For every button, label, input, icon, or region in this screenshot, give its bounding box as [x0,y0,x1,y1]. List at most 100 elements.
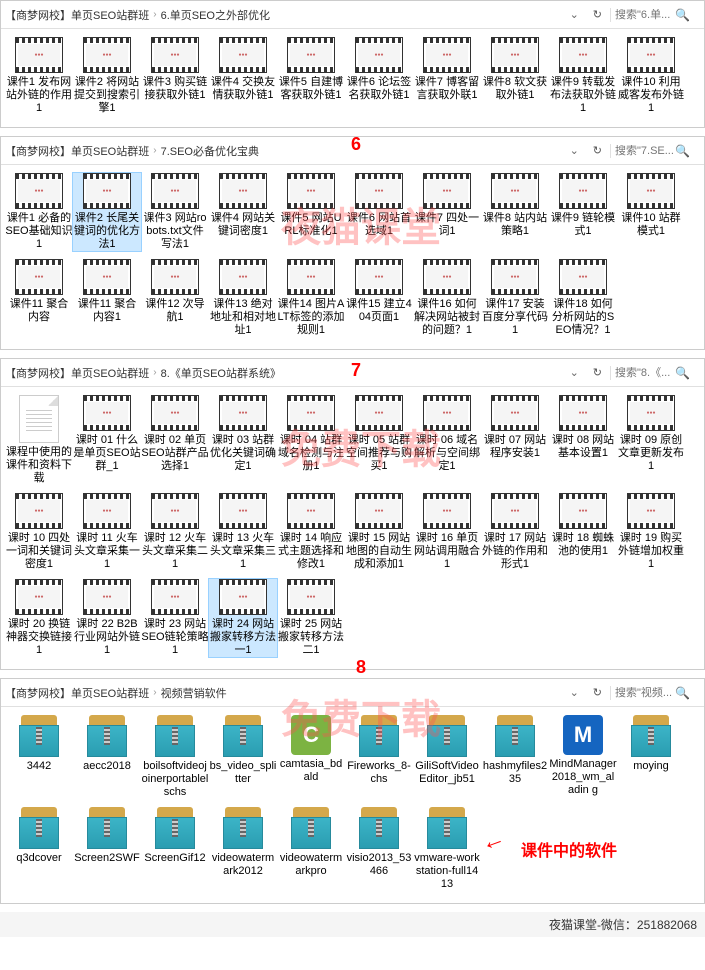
file-item[interactable]: ●●●课时 10 四处一词和关键词密度1 [5,493,73,571]
breadcrumb-segment[interactable]: 视频营销软件 [161,685,227,701]
search-input[interactable] [615,367,675,379]
file-item[interactable]: ●●●课时 15 网站地图的自动生成和添加1 [345,493,413,571]
chevron-down-icon[interactable]: ⌄ [564,144,585,157]
file-item[interactable]: ●●●课件17 安装百度分享代码1 [481,259,549,337]
file-item[interactable]: q3dcover [5,807,73,891]
file-item[interactable]: ●●●课件6 论坛签名获取外链1 [345,37,413,115]
file-item[interactable]: vmware-workstation-full1413 [413,807,481,891]
file-item[interactable]: ●●●课件1 发布网站外链的作用1 [5,37,73,115]
file-item[interactable]: ●●●课时 20 换链神器交换链接 1 [5,579,73,657]
file-item[interactable]: ●●●课时 09 原创文章更新发布1 [617,395,685,485]
file-item[interactable]: ●●●课时 02 单页SEO站群产品选择1 [141,395,209,485]
file-item[interactable]: ●●●课时 08 网站基本设置1 [549,395,617,485]
file-item[interactable]: bs_video_splitter [209,715,277,799]
file-item[interactable]: ●●●课件9 链轮模式1 [549,173,617,251]
breadcrumb-segment[interactable]: 【商梦网校】单页SEO站群班 [5,685,149,701]
file-item[interactable]: ●●●课时 04 站群域名检测与注册1 [277,395,345,485]
file-item[interactable]: ●●●课件4 交换友情获取外链1 [209,37,277,115]
file-item[interactable]: videowatermark2012 [209,807,277,891]
file-item[interactable]: ●●●课时 13 火车头文章采集三1 [209,493,277,571]
breadcrumb-segment[interactable]: 8.《单页SEO站群系统》 [161,365,281,381]
search-input[interactable] [615,9,675,21]
file-item[interactable]: videowatermarkpro [277,807,345,891]
file-item[interactable]: ●●●课件12 次导航1 [141,259,209,337]
file-item[interactable]: ●●●课时 18 蜘蛛池的使用1 [549,493,617,571]
chevron-down-icon[interactable]: ⌄ [564,686,585,699]
file-item[interactable]: ●●●课件2 长尾关键词的优化方法1 [73,173,141,251]
file-item[interactable]: ●●●课件8 软文获取外链1 [481,37,549,115]
search-icon[interactable]: 🔍 [675,144,690,158]
breadcrumb-segment[interactable]: 【商梦网校】单页SEO站群班 [5,143,149,159]
file-item[interactable]: ●●●课件10 利用威客发布外链1 [617,37,685,115]
file-item[interactable]: ●●●课件3 购买链接获取外链1 [141,37,209,115]
breadcrumb-path[interactable]: 【商梦网校】单页SEO站群班›8.《单页SEO站群系统》 [5,365,564,381]
file-item[interactable]: ●●●课件11 聚合内容1 [73,259,141,337]
file-label: videowatermark2012 [209,852,277,878]
chevron-down-icon[interactable]: ⌄ [564,8,585,21]
file-item[interactable]: ●●●课件1 必备的SEO基础知识1 [5,173,73,251]
file-item[interactable]: ●●●课时 24 网站搬家转移方法一1 [209,579,277,657]
file-item[interactable]: ●●●课时 01 什么是单页SEO站群_1 [73,395,141,485]
file-item[interactable]: ●●●课时 16 单页网站调用融合1 [413,493,481,571]
refresh-icon[interactable]: ↻ [585,144,610,157]
file-item[interactable]: ScreenGif12 [141,807,209,891]
file-item[interactable]: ●●●课时 17 网站外链的作用和形式1 [481,493,549,571]
file-item[interactable]: ●●●课件10 站群模式1 [617,173,685,251]
file-item[interactable]: ●●●课件6 网站首选域1 [345,173,413,251]
file-item[interactable]: ●●●课件5 网站URL标准化1 [277,173,345,251]
file-item[interactable]: GiliSoftVideoEditor_jb51 [413,715,481,799]
file-item[interactable]: ●●●课时 12 火车头文章采集二1 [141,493,209,571]
file-item[interactable]: 3442 [5,715,73,799]
file-item[interactable]: 课程中使用的课件和资料下载 [5,395,73,485]
file-item[interactable]: hashmyfiles235 [481,715,549,799]
file-item[interactable]: ●●●课件4 网站关键词密度1 [209,173,277,251]
breadcrumb-path[interactable]: 【商梦网校】单页SEO站群班›6.单页SEO之外部优化 [5,7,564,23]
file-item[interactable]: ●●●课时 03 站群优化关键词确定1 [209,395,277,485]
file-item[interactable]: ●●●课件7 四处一词1 [413,173,481,251]
search-input[interactable] [615,145,675,157]
breadcrumb-segment[interactable]: 6.单页SEO之外部优化 [161,7,270,23]
file-item[interactable]: ●●●课时 25 网站搬家转移方法二1 [277,579,345,657]
breadcrumb-path[interactable]: 【商梦网校】单页SEO站群班›7.SEO必备优化宝典 [5,143,564,159]
file-item[interactable]: Ccamtasia_bdald [277,715,345,799]
refresh-icon[interactable]: ↻ [585,686,610,699]
breadcrumb-segment[interactable]: 【商梦网校】单页SEO站群班 [5,7,149,23]
refresh-icon[interactable]: ↻ [585,8,610,21]
breadcrumb-segment[interactable]: 【商梦网校】单页SEO站群班 [5,365,149,381]
search-input[interactable] [615,687,675,699]
file-item[interactable]: Fireworks_8-chs [345,715,413,799]
file-item[interactable]: Screen2SWF [73,807,141,891]
file-item[interactable]: visio2013_53466 [345,807,413,891]
file-item[interactable]: aecc2018 [73,715,141,799]
search-icon[interactable]: 🔍 [675,686,690,700]
refresh-icon[interactable]: ↻ [585,366,610,379]
file-item[interactable]: ●●●课件16 如何解决网站被封的问题？1 [413,259,481,337]
breadcrumb-segment[interactable]: 7.SEO必备优化宝典 [161,143,259,159]
file-item[interactable]: ●●●课件3 网站robots.txt文件写法1 [141,173,209,251]
file-item[interactable]: ●●●课件5 自建博客获取外链1 [277,37,345,115]
file-item[interactable]: ●●●课件8 站内站策略1 [481,173,549,251]
breadcrumb-path[interactable]: 【商梦网校】单页SEO站群班›视频营销软件 [5,685,564,701]
file-item[interactable]: ●●●课件11 聚合内容 [5,259,73,337]
file-item[interactable]: ●●●课时 14 响应式主题选择和修改1 [277,493,345,571]
file-item[interactable]: ●●●课件7 博客留言获取外联1 [413,37,481,115]
file-item[interactable]: ●●●课时 19 购买外链增加权重1 [617,493,685,571]
file-item[interactable]: ●●●课件9 转载发布法获取外链1 [549,37,617,115]
search-icon[interactable]: 🔍 [675,366,690,380]
file-item[interactable]: MMindManager2018_wm_aladin g [549,715,617,799]
file-item[interactable]: boilsoftvideojoinerportablelschs [141,715,209,799]
file-item[interactable]: ●●●课件14 图片ALT标签的添加规则1 [277,259,345,337]
file-item[interactable]: ●●●课时 05 站群空间推荐与购买1 [345,395,413,485]
file-item[interactable]: ●●●课时 11 火车头文章采集一1 [73,493,141,571]
file-item[interactable]: ●●●课件13 绝对地址和相对地址1 [209,259,277,337]
file-item[interactable]: ●●●课件2 将网站提交到搜索引擎1 [73,37,141,115]
chevron-down-icon[interactable]: ⌄ [564,366,585,379]
search-icon[interactable]: 🔍 [675,8,690,22]
file-item[interactable]: ●●●课时 07 网站程序安装1 [481,395,549,485]
file-item[interactable]: ●●●课件18 如何分析网站的SEO情况？1 [549,259,617,337]
file-item[interactable]: ●●●课时 22 B2B行业网站外链1 [73,579,141,657]
file-item[interactable]: moying [617,715,685,799]
file-item[interactable]: ●●●课件15 建立404页面1 [345,259,413,337]
file-item[interactable]: ●●●课时 23 网站SEO链轮策略1 [141,579,209,657]
file-item[interactable]: ●●●课时 06 域名解析与空间绑定1 [413,395,481,485]
